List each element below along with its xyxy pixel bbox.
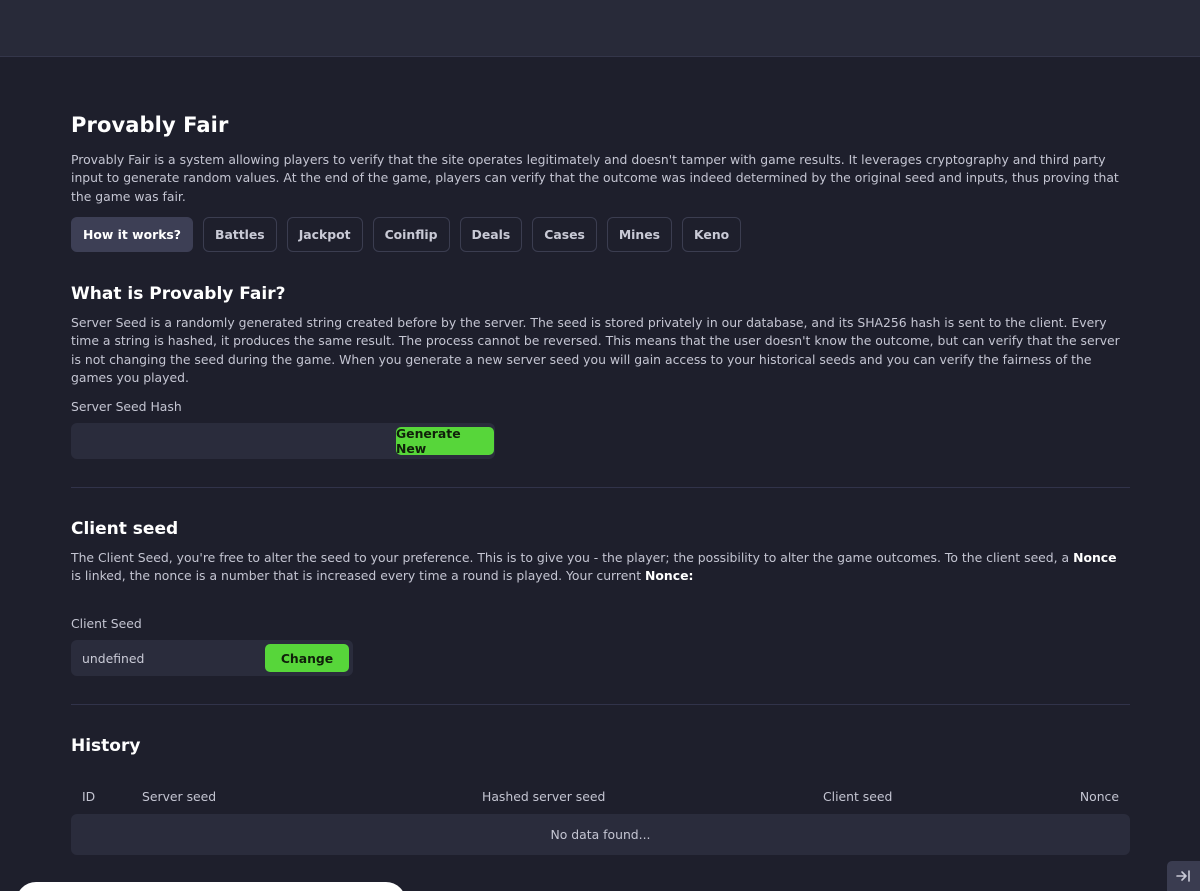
tab-cases[interactable]: Cases [532,217,597,252]
col-hashed-server-seed: Hashed server seed [482,789,606,804]
col-server-seed: Server seed [142,789,217,804]
client-seed-text: The Client Seed, you're free to alter th… [71,549,1130,586]
what-is-heading: What is Provably Fair? [71,284,286,304]
change-button[interactable]: Change [265,644,349,672]
history-table-header: ID Server seed Hashed server seed Client… [71,789,1130,807]
intro-text: Provably Fair is a system allowing playe… [71,152,1119,204]
server-seed-hash-label: Server Seed Hash [71,399,182,414]
collapse-arrow-icon[interactable] [1167,861,1200,891]
tab-mines[interactable]: Mines [606,217,673,252]
generate-new-button[interactable]: Generate New [396,426,494,456]
nonce-label: Nonce: [645,568,694,584]
tab-battles[interactable]: Battles [203,217,277,252]
game-tabs: How it works? Battles Jackpot Coinflip D… [71,217,742,252]
tab-coinflip[interactable]: Coinflip [372,217,450,252]
chat-widget[interactable] [16,882,406,891]
client-seed-heading: Client seed [71,519,179,539]
section-divider [71,704,1130,705]
tab-jackpot[interactable]: Jackpot [286,217,363,252]
nonce-word: Nonce [1073,550,1117,565]
col-client-seed: Client seed [823,789,893,804]
tab-keno[interactable]: Keno [682,217,742,252]
client-seed-field[interactable]: undefined Change [71,640,353,676]
client-seed-text-part1: The Client Seed, you're free to alter th… [71,550,1074,565]
col-nonce: Nonce [1079,789,1119,804]
col-id: ID [82,789,96,804]
collapse-arrow-icon-svg [1175,870,1190,882]
top-bar [0,0,1200,57]
history-empty-row: No data found... [71,814,1130,855]
server-seed-hash-field[interactable]: Generate New [71,423,495,459]
section-divider [71,487,1130,488]
history-heading: History [71,736,141,756]
what-is-text: Server Seed is a randomly generated stri… [71,315,1120,386]
tab-how-it-works[interactable]: How it works? [71,217,193,252]
tab-deals[interactable]: Deals [459,217,523,252]
client-seed-label: Client Seed [71,616,142,631]
page-title: Provably Fair [71,113,229,137]
client-seed-text-part2: is linked, the nonce is a number that is… [71,568,646,584]
